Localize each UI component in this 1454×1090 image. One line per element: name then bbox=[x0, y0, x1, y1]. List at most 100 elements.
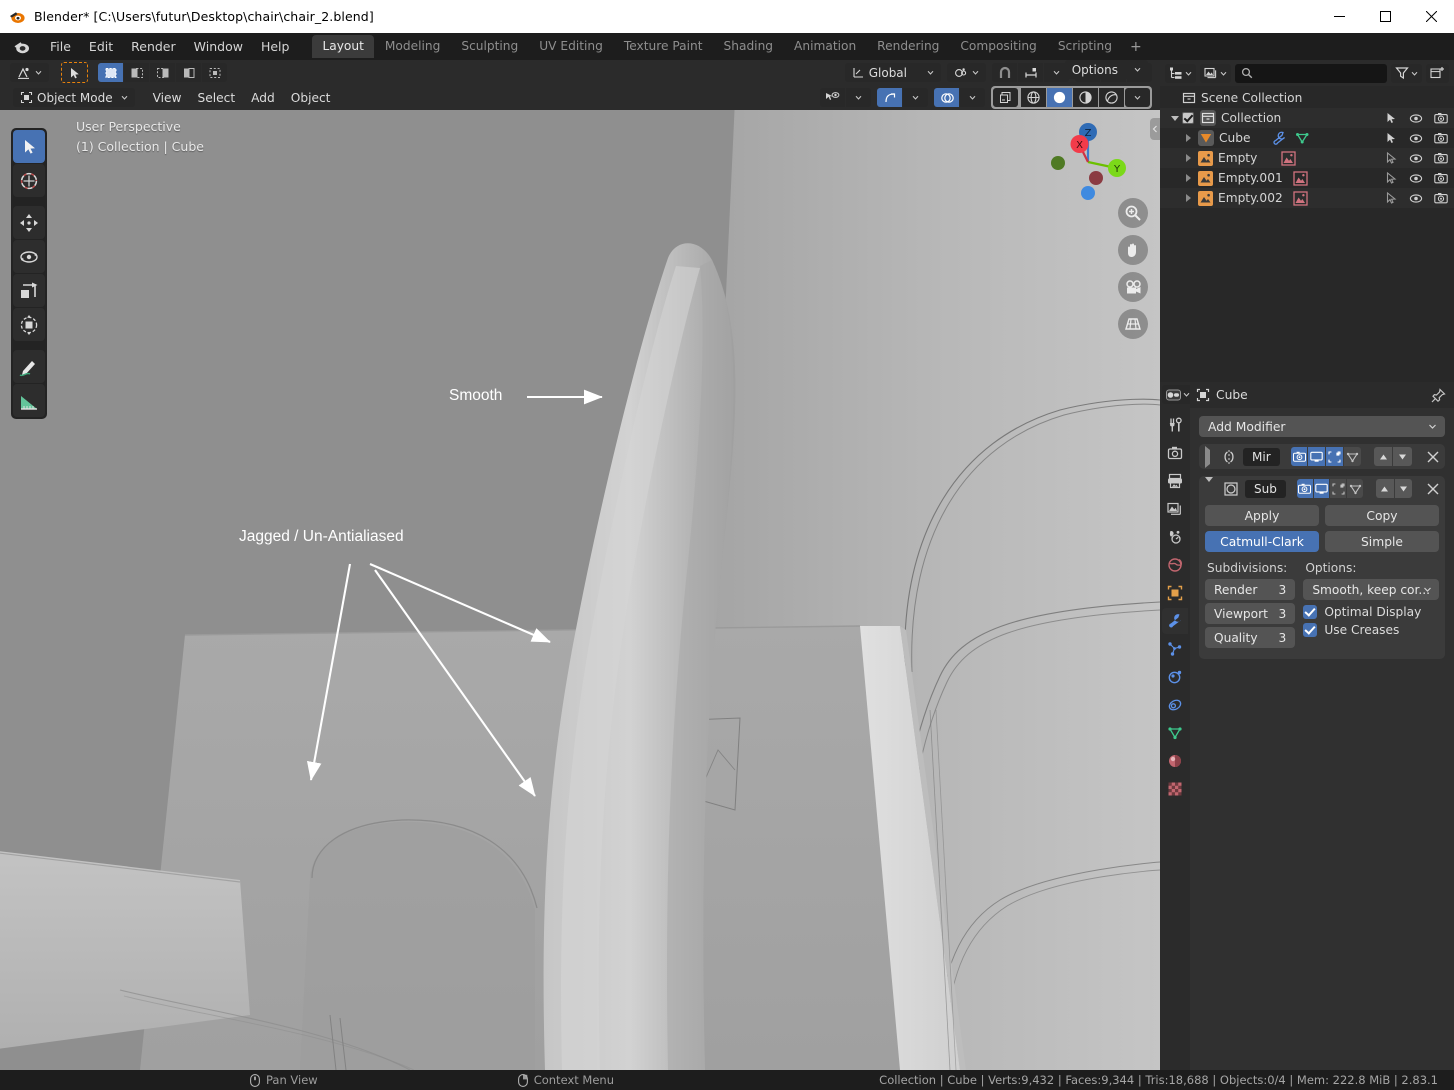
outliner-tree[interactable]: Scene Collection Collection Cube Empty E… bbox=[1160, 86, 1454, 382]
select-box-tool[interactable] bbox=[98, 63, 123, 82]
properties-tab-render[interactable] bbox=[1162, 440, 1188, 466]
toggle-xray-icon[interactable] bbox=[993, 88, 1018, 107]
shading-rendered-icon[interactable] bbox=[1099, 88, 1124, 107]
3d-viewport[interactable]: Global Object Mode View Select Add Objec… bbox=[0, 60, 1160, 1070]
render-subdivisions-field[interactable]: Render 3 bbox=[1205, 579, 1296, 600]
delete-modifier-button[interactable] bbox=[1427, 483, 1439, 495]
shading-wireframe-icon[interactable] bbox=[1021, 88, 1046, 107]
outliner-row-empty-001[interactable]: Empty.001 bbox=[1160, 168, 1454, 188]
shading-chevron-icon[interactable] bbox=[1125, 88, 1150, 107]
properties-tab-tool[interactable] bbox=[1162, 412, 1188, 438]
zoom-icon[interactable] bbox=[1118, 198, 1148, 228]
rotate-tool[interactable] bbox=[13, 240, 45, 273]
use-creases-checkbox-row[interactable]: Use Creases bbox=[1303, 623, 1439, 637]
modifier-panel-mirror[interactable]: Mir bbox=[1199, 444, 1445, 469]
show-gizmo-icon[interactable] bbox=[877, 88, 902, 107]
expander-right-icon[interactable] bbox=[1168, 154, 1194, 162]
selectable-icon[interactable] bbox=[1385, 171, 1398, 185]
viewport-menu-object[interactable]: Object bbox=[283, 88, 339, 107]
uv-smooth-selector[interactable]: Smooth, keep cor... bbox=[1303, 579, 1439, 600]
outliner-row-empty[interactable]: Empty bbox=[1160, 148, 1454, 168]
pivot-point-selector[interactable] bbox=[947, 63, 986, 82]
edit-mode-toggle[interactable] bbox=[1330, 479, 1347, 498]
tab-compositing[interactable]: Compositing bbox=[950, 35, 1046, 58]
outliner-row-empty-002[interactable]: Empty.002 bbox=[1160, 188, 1454, 208]
disable-in-renders-icon[interactable] bbox=[1434, 132, 1448, 145]
modifier-panel-subsurf[interactable]: Sub Apply Copy Catmull-Clark Simple Subd… bbox=[1199, 476, 1445, 659]
expander-down-icon[interactable] bbox=[1205, 476, 1213, 496]
hide-in-viewport-icon[interactable] bbox=[1409, 192, 1423, 205]
viewport-render-canvas[interactable] bbox=[0, 110, 1160, 1070]
menu-window[interactable]: Window bbox=[185, 36, 252, 57]
outliner-row-collection[interactable]: Collection bbox=[1160, 108, 1454, 128]
on-cage-toggle[interactable] bbox=[1344, 447, 1361, 466]
move-down-button[interactable] bbox=[1393, 447, 1412, 466]
properties-tab-modifiers[interactable] bbox=[1162, 608, 1188, 634]
expander-right-icon[interactable] bbox=[1168, 134, 1194, 142]
properties-editor[interactable]: Cube Add Modifier Mir Sub Apply Copy Cat… bbox=[1160, 382, 1454, 1070]
shading-material-preview-icon[interactable] bbox=[1073, 88, 1098, 107]
properties-tab-physics[interactable] bbox=[1162, 664, 1188, 690]
hide-in-viewport-icon[interactable] bbox=[1409, 112, 1423, 125]
tab-uv-editing[interactable]: UV Editing bbox=[529, 35, 613, 58]
tab-scripting[interactable]: Scripting bbox=[1048, 35, 1122, 58]
realtime-toggle[interactable] bbox=[1308, 447, 1326, 466]
modifier-name-subsurf[interactable]: Sub bbox=[1245, 479, 1286, 498]
gizmo-chevron-icon[interactable] bbox=[903, 88, 928, 107]
tab-sculpting[interactable]: Sculpting bbox=[451, 35, 528, 58]
overlay-chevron-icon[interactable] bbox=[960, 88, 985, 107]
collection-checkbox[interactable] bbox=[1182, 112, 1194, 124]
tab-animation[interactable]: Animation bbox=[784, 35, 866, 58]
viewport-menu-select[interactable]: Select bbox=[190, 88, 244, 107]
annotate-tool[interactable] bbox=[13, 350, 45, 383]
properties-tab-constraints[interactable] bbox=[1162, 692, 1188, 718]
object-visibility-icon[interactable] bbox=[820, 88, 845, 107]
delete-modifier-button[interactable] bbox=[1427, 451, 1439, 463]
show-overlays-icon[interactable] bbox=[934, 88, 959, 107]
tab-texture-paint[interactable]: Texture Paint bbox=[614, 35, 713, 58]
move-tool[interactable] bbox=[13, 206, 45, 239]
menu-render[interactable]: Render bbox=[122, 36, 185, 57]
properties-tab-material[interactable] bbox=[1162, 748, 1188, 774]
selectable-icon[interactable] bbox=[1385, 191, 1398, 205]
expander-right-icon[interactable] bbox=[1205, 445, 1210, 468]
menu-file[interactable]: File bbox=[41, 36, 80, 57]
hide-in-viewport-icon[interactable] bbox=[1409, 172, 1423, 185]
selectable-icon[interactable] bbox=[1385, 132, 1398, 145]
cursor-tool[interactable] bbox=[13, 164, 45, 197]
properties-tab-view-layer[interactable] bbox=[1162, 496, 1188, 522]
scale-tool[interactable] bbox=[13, 274, 45, 307]
on-cage-toggle[interactable] bbox=[1347, 479, 1363, 498]
render-toggle[interactable] bbox=[1296, 479, 1313, 498]
sidebar-collapse-arrow-icon[interactable] bbox=[1150, 118, 1160, 140]
active-tool-indicator[interactable] bbox=[61, 62, 88, 83]
optimal-display-checkbox[interactable] bbox=[1303, 605, 1318, 619]
expander-right-icon[interactable] bbox=[1168, 174, 1194, 182]
quality-field[interactable]: Quality 3 bbox=[1205, 627, 1296, 648]
tab-layout[interactable]: Layout bbox=[312, 35, 374, 58]
modifier-name-mirror[interactable]: Mir bbox=[1243, 447, 1280, 466]
magnet-icon[interactable] bbox=[992, 63, 1017, 82]
mesh-triangle-icon[interactable] bbox=[1295, 131, 1310, 145]
transform-orientation-selector[interactable]: Global bbox=[844, 63, 941, 82]
disable-in-renders-icon[interactable] bbox=[1434, 192, 1448, 205]
snap-to-selector[interactable] bbox=[1018, 63, 1043, 82]
properties-tab-world[interactable] bbox=[1162, 552, 1188, 578]
new-collection-button[interactable] bbox=[1426, 63, 1449, 83]
move-up-button[interactable] bbox=[1373, 447, 1393, 466]
maximize-button[interactable] bbox=[1362, 0, 1408, 33]
tab-rendering[interactable]: Rendering bbox=[867, 35, 949, 58]
expander-right-icon[interactable] bbox=[1168, 194, 1194, 202]
move-up-button[interactable] bbox=[1376, 479, 1394, 498]
outliner-row-scene-collection[interactable]: Scene Collection bbox=[1160, 88, 1454, 108]
selectable-icon[interactable] bbox=[1385, 151, 1398, 165]
outliner-filter-id-selector[interactable] bbox=[1200, 63, 1231, 83]
pan-hand-icon[interactable] bbox=[1118, 235, 1148, 265]
viewport-menu-view[interactable]: View bbox=[145, 88, 190, 107]
render-toggle[interactable] bbox=[1290, 447, 1308, 466]
simple-button[interactable]: Simple bbox=[1325, 531, 1439, 552]
empty-image-data-icon[interactable] bbox=[1281, 150, 1296, 166]
camera-icon[interactable] bbox=[1118, 272, 1148, 302]
outliner-row-cube[interactable]: Cube bbox=[1160, 128, 1454, 148]
use-creases-checkbox[interactable] bbox=[1303, 623, 1318, 637]
